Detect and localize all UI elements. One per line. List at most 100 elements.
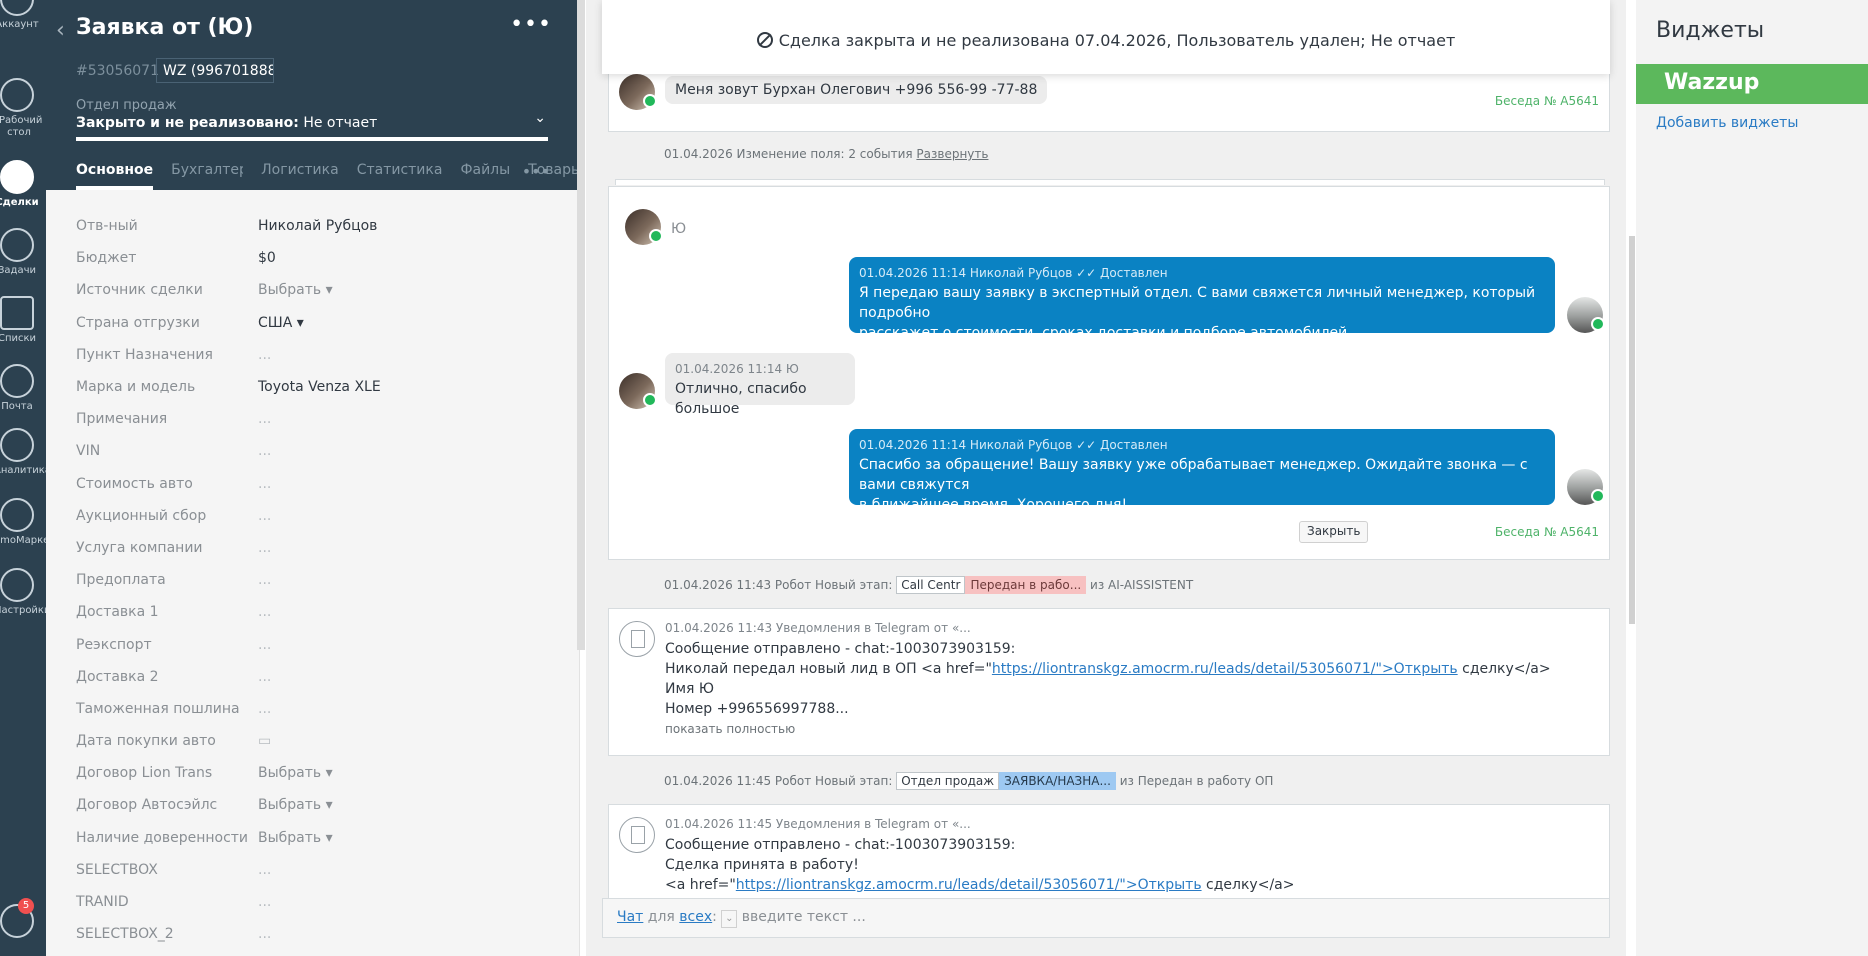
message-text: в ближайшее время. Хорошего дня! [859,497,1128,513]
conversation-link[interactable]: Беседа № A5641 [1495,94,1599,108]
field-value[interactable]: ... [258,701,271,717]
field-value[interactable]: ... [258,862,271,878]
status-progress-bar [76,137,548,141]
message-meta: 01.04.2026 11:14 Ю [675,362,799,376]
field-value[interactable]: Выбрать ▾ [258,830,333,846]
event-text: 01.04.2026 11:45 Робот Новый этап: [664,774,897,788]
field-value[interactable]: $0 [258,250,276,266]
notification-meta: 01.04.2026 11:45 Уведомления в Telegram … [665,817,971,831]
document-icon [619,817,655,853]
message-text: Спасибо за обращение! Вашу заявку уже об… [859,457,1528,493]
chevron-down-icon[interactable]: ⌄ [721,910,738,928]
nav-account[interactable]: Аккаунт [0,0,46,31]
field-label: Договор Lion Trans [76,765,213,782]
recipients-link[interactable]: всех [679,909,712,925]
chevron-down-icon[interactable]: ⌄ [534,110,546,126]
chat-type-link[interactable]: Чат [617,909,643,925]
field-value[interactable]: Выбрать ▾ [258,797,333,813]
back-chevron-icon[interactable]: ‹ [56,18,65,43]
field-value[interactable]: ... [258,572,271,588]
tab-statistics[interactable]: Статистика [357,162,443,190]
tab-main[interactable]: Основное [76,162,154,190]
nav-dashboard[interactable]: Рабочий стол [0,78,46,139]
nav-settings[interactable]: Настройки [0,568,46,617]
lead-title[interactable]: Заявка от (Ю) [76,15,253,40]
field-change-event: 01.04.2026 Изменение поля: 2 события Раз… [664,147,988,161]
show-more-link[interactable]: показать полностью [665,719,1551,739]
card-scrollbar[interactable] [577,0,585,650]
field-row: Услуга компании... [76,532,546,564]
feed: Сделка закрыта и не реализована 07.04.20… [586,0,1626,956]
more-menu-icon[interactable]: ••• [510,12,552,37]
field-label: Отв-ный [76,218,138,235]
field-row: VIN... [76,435,546,467]
field-row: Таможенная пошлина... [76,693,546,725]
field-value[interactable]: ... [258,347,271,363]
nav-mail[interactable]: Почта [0,364,46,413]
field-value[interactable]: ... [258,894,271,910]
chat-input[interactable]: Чат для всех: ⌄ введите текст ... [602,898,1610,938]
field-value[interactable]: ... [258,508,271,524]
field-label: Пункт Назначения [76,346,213,363]
tab-logistics[interactable]: Логистика [261,162,339,190]
lead-card: ‹ Заявка от (Ю) ••• #53056071 WZ (996701… [46,0,580,956]
nav-tasks[interactable]: Задачи [0,228,46,277]
nav-analytics[interactable]: Аналитика [0,428,46,477]
field-value[interactable]: ... [258,540,271,556]
close-button[interactable]: Закрыть [1299,521,1369,543]
text-fragment: Николай передал новый лид в ОП <a href=" [665,661,992,677]
document-icon [619,621,655,657]
field-value[interactable]: Николай Рубцов [258,218,377,234]
nav-market[interactable]: amoМаркет [0,498,46,547]
tab-files[interactable]: Файлы [460,162,510,190]
field-value[interactable]: ... [258,637,271,653]
field-value[interactable]: Выбрать ▾ [258,282,333,298]
expand-link[interactable]: Развернуть [916,147,988,161]
tab-accounting[interactable]: Бухгалтерия [171,162,243,190]
nav-label: Рабочий стол [0,115,43,138]
notification-line: Сообщение отправлено - chat:-10030739031… [665,641,1016,657]
field-value[interactable]: Выбрать ▾ [258,765,333,781]
field-value[interactable]: ... [258,926,271,942]
add-widgets-link[interactable]: Добавить виджеты [1656,115,1798,131]
field-value[interactable]: ... [258,476,271,492]
whatsapp-icon [643,393,657,407]
nav-label: Аналитика [0,465,46,476]
field-label: Реэкспорт [76,636,152,653]
field-value[interactable]: США ▾ [258,315,304,331]
status-select[interactable]: Закрыто и не реализовано: Не отчает [76,115,377,131]
lead-link[interactable]: https://liontranskgz.amocrm.ru/leads/det… [736,877,1202,893]
text-fragment: для [643,909,680,925]
wazzup-widget[interactable]: Wazzup [1636,64,1868,104]
wz-tag[interactable]: WZ (9967018882 [156,58,274,83]
field-label: TRANID [76,894,129,911]
field-row: Бюджет $0 [76,242,546,274]
field-label: Дата покупки авто [76,733,216,750]
tabs-more-icon[interactable]: ••• [522,162,550,181]
account-icon [0,0,34,16]
field-label: Договор Автосэйлс [76,797,218,814]
app-root: Аккаунт Рабочий стол Сделки Задачи Списк… [0,0,1868,956]
widgets-title: Виджеты [1656,18,1765,43]
nav-leads[interactable]: Сделки [0,160,46,209]
notification-body: Сообщение отправлено - chat:-10030739031… [665,639,1551,739]
calendar-icon[interactable]: ▭ [258,733,271,749]
field-label: Услуга компании [76,539,203,556]
notification-body: Сообщение отправлено - chat:-10030739031… [665,835,1294,895]
field-label: Предоплата [76,572,166,589]
field-value[interactable]: ... [258,443,271,459]
pipeline-label: Отдел продаж [76,98,177,113]
closed-banner: Сделка закрыта и не реализована 07.04.20… [602,0,1610,74]
conversation-link[interactable]: Беседа № A5641 [1495,525,1599,539]
field-label: VIN [76,443,101,460]
feed-scrollbar[interactable] [1629,236,1635,624]
nav-lists[interactable]: Списки [0,296,46,345]
chat-sender: Ю [671,221,687,237]
field-value[interactable]: ... [258,411,271,427]
stage-tag: Отдел продаж [896,772,1000,790]
field-value[interactable]: Toyota Venza XLE [258,379,381,395]
lead-link[interactable]: https://liontranskgz.amocrm.ru/leads/det… [992,661,1458,677]
field-value[interactable]: ... [258,669,271,685]
nav-label: Почта [1,401,33,412]
field-value[interactable]: ... [258,604,271,620]
